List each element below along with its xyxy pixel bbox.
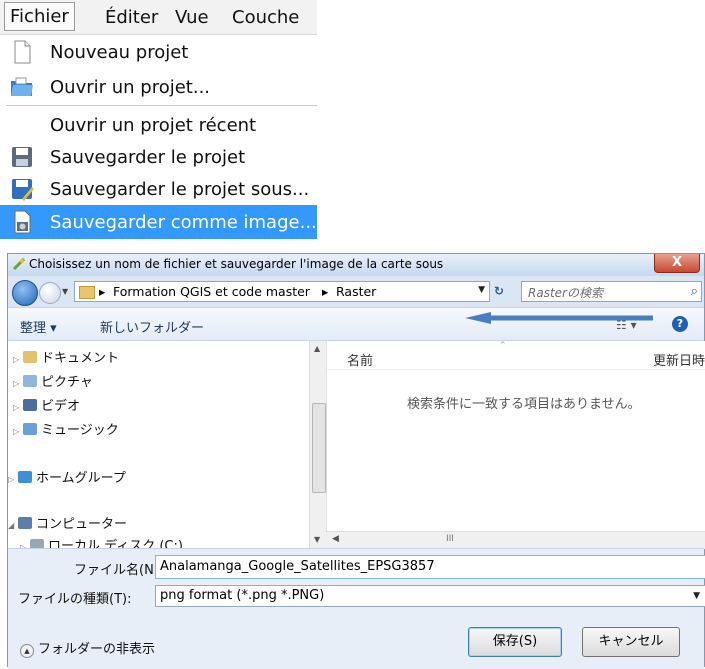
- new-document-icon: [14, 40, 31, 64]
- menu-item-open-recent[interactable]: Ouvrir un projet récent: [0, 108, 317, 142]
- qgis-icon: [13, 258, 25, 270]
- search-input[interactable]: Rasterの検索 ⌕: [521, 281, 702, 302]
- videos-icon: [23, 399, 37, 411]
- menu-fichier[interactable]: Fichier: [4, 2, 75, 31]
- menu-vue[interactable]: Vue: [175, 7, 209, 28]
- menu-bar: Fichier Éditer Vue Couche: [0, 0, 317, 35]
- tree-item-computer[interactable]: ◢ コンピューター: [8, 513, 127, 532]
- save-button[interactable]: 保存(S): [468, 627, 562, 657]
- refresh-icon[interactable]: ↻: [494, 284, 504, 298]
- address-dropdown-icon[interactable]: ▼: [478, 285, 485, 295]
- header-divider: [327, 369, 705, 370]
- address-bar[interactable]: ▸ Formation QGIS et code master ▸ Raster…: [74, 281, 490, 302]
- menu-item-open-project[interactable]: Ouvrir un projet...: [0, 70, 317, 104]
- menu-item-label: Sauvegarder le projet sous...: [50, 179, 310, 200]
- scroll-grip-icon[interactable]: III: [446, 534, 454, 544]
- expand-icon[interactable]: ▷: [8, 475, 18, 484]
- navigation-scrollbar[interactable]: ▲ ▼: [309, 341, 326, 548]
- navigation-pane: ▷ ドキュメント ▷ ピクチャ ▷ ビデオ ▷ ミュージック ▷ ホームグループ ◢ コンピ…: [8, 341, 326, 548]
- cancel-button[interactable]: キャンセル: [582, 627, 680, 657]
- annotation-arrow-icon: [465, 312, 653, 324]
- menu-item-new-project[interactable]: Nouveau projet: [0, 35, 317, 69]
- scroll-left-icon[interactable]: ◀: [332, 534, 339, 544]
- recent-locations-dropdown-icon[interactable]: ▼: [62, 287, 68, 296]
- documents-icon: [23, 351, 37, 363]
- dialog-title: Choisissez un nom de fichier et sauvegar…: [29, 257, 444, 271]
- menu-couche[interactable]: Couche: [232, 7, 299, 28]
- file-list[interactable]: ⌃ 名前 更新日時 検索条件に一致する項目はありません。: [326, 341, 705, 531]
- horizontal-scrollbar[interactable]: ◀ III: [326, 531, 705, 549]
- breadcrumb-formation[interactable]: Formation QGIS et code master: [113, 284, 310, 299]
- scroll-thumb[interactable]: [312, 403, 326, 493]
- folder-icon: [79, 286, 95, 299]
- expand-icon[interactable]: ▷: [13, 427, 23, 436]
- computer-icon: [18, 517, 32, 529]
- expand-icon[interactable]: ▷: [13, 355, 23, 364]
- floppy-disk-icon: [12, 147, 32, 167]
- menu-item-label: Nouveau projet: [50, 42, 189, 63]
- menu-item-label: Ouvrir un projet récent: [50, 115, 257, 136]
- scroll-down-icon[interactable]: ▼: [314, 535, 320, 544]
- back-button[interactable]: [12, 280, 38, 306]
- empty-message: 検索条件に一致する項目はありません。: [407, 397, 641, 412]
- tree-item-videos[interactable]: ▷ ビデオ: [13, 395, 80, 414]
- tree-item-local-disk[interactable]: ▷ ローカル ディスク (C:): [20, 535, 183, 548]
- filetype-label: ファイルの種類(T):: [18, 592, 132, 607]
- open-folder-icon: [11, 77, 33, 96]
- scroll-up-icon[interactable]: ▲: [314, 344, 320, 353]
- dropdown-arrow-icon[interactable]: ▼: [693, 591, 700, 601]
- search-placeholder: Rasterの検索: [528, 286, 603, 300]
- filename-label: ファイル名(N):: [74, 563, 164, 578]
- forward-button[interactable]: [39, 282, 61, 304]
- column-header-name[interactable]: 名前: [347, 350, 373, 369]
- filename-input[interactable]: Analamanga_Google_Satellites_EPSG3857: [155, 555, 705, 579]
- menu-separator: [6, 105, 317, 106]
- breadcrumb-raster[interactable]: Raster: [336, 284, 376, 299]
- tree-item-music[interactable]: ▷ ミュージック: [13, 419, 119, 438]
- menu-item-save-project-as[interactable]: Sauvegarder le projet sous...: [0, 172, 317, 206]
- tree-item-pictures[interactable]: ▷ ピクチャ: [13, 371, 93, 390]
- breadcrumb-separator-icon: ▸: [322, 284, 329, 299]
- search-icon[interactable]: ⌕: [691, 284, 698, 299]
- music-icon: [23, 423, 37, 435]
- menu-item-save-as-image[interactable]: Sauvegarder comme image...: [0, 205, 317, 239]
- disk-icon: [30, 539, 44, 548]
- tree-item-homegroup[interactable]: ▷ ホームグループ: [8, 467, 126, 486]
- pictures-icon: [23, 375, 37, 387]
- filename-value: Analamanga_Google_Satellites_EPSG3857: [160, 559, 435, 574]
- navigation-bar: ▼ ▸ Formation QGIS et code master ▸ Rast…: [8, 276, 704, 307]
- menu-item-label: Ouvrir un projet...: [50, 77, 211, 98]
- tree-item-documents[interactable]: ▷ ドキュメント: [13, 347, 119, 366]
- file-menu: Fichier Éditer Vue Couche Nouveau projet…: [0, 0, 317, 240]
- filetype-select[interactable]: png format (*.png *.PNG) ▼: [155, 585, 705, 607]
- homegroup-icon: [18, 471, 32, 483]
- collapse-icon: ▲: [20, 644, 34, 658]
- close-button[interactable]: X: [654, 254, 700, 273]
- menu-item-label: Sauvegarder comme image...: [50, 212, 317, 233]
- filetype-value: png format (*.png *.PNG): [160, 588, 325, 603]
- menu-editer[interactable]: Éditer: [105, 7, 158, 28]
- dialog-titlebar: Choisissez un nom de fichier et sauvegar…: [8, 254, 704, 276]
- column-header-date[interactable]: 更新日時: [653, 350, 705, 369]
- expand-icon[interactable]: ▷: [13, 379, 23, 388]
- organize-button[interactable]: 整理 ▾: [20, 317, 57, 336]
- dialog-footer: ファイル名(N): Analamanga_Google_Satellites_E…: [8, 548, 705, 669]
- new-folder-button[interactable]: 新しいフォルダー: [100, 317, 204, 336]
- collapse-icon[interactable]: ◢: [8, 521, 18, 530]
- expand-icon[interactable]: ▷: [13, 403, 23, 412]
- menu-item-save-project[interactable]: Sauvegarder le projet: [0, 140, 317, 174]
- save-as-icon: [12, 179, 34, 201]
- hide-folders-toggle[interactable]: ▲ フォルダーの非表示: [20, 638, 155, 658]
- menu-item-label: Sauvegarder le projet: [50, 147, 246, 168]
- breadcrumb-separator-icon: ▸: [99, 284, 106, 299]
- save-image-icon: [14, 210, 31, 234]
